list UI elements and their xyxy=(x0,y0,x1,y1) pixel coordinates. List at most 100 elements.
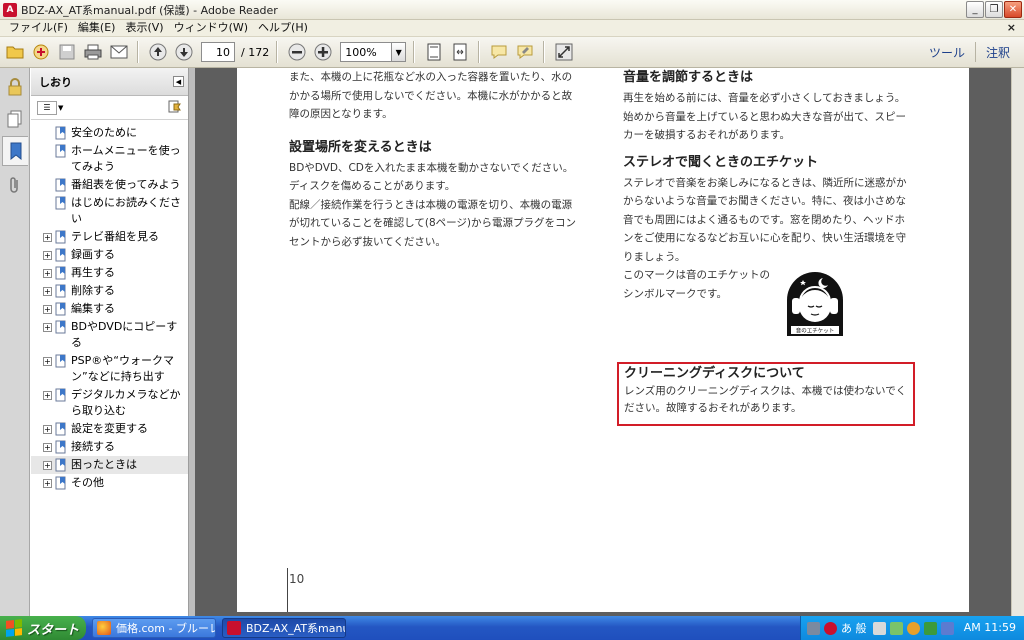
app-tray-icon[interactable] xyxy=(889,621,903,635)
volume-icon[interactable] xyxy=(872,621,886,635)
save-button[interactable] xyxy=(56,41,78,63)
bookmark-item[interactable]: + 再生する xyxy=(31,264,188,282)
start-button[interactable]: スタート xyxy=(0,616,86,640)
pages-tab[interactable] xyxy=(2,104,28,134)
bookmark-icon xyxy=(55,126,66,140)
bookmark-icon xyxy=(55,266,66,280)
expand-toggle-icon[interactable]: + xyxy=(43,391,52,400)
bookmark-item[interactable]: + BDやDVDにコピーする xyxy=(31,318,188,352)
cleaning-disc-paragraph: レンズ用のクリーニングディスクは、本機では使わないでください。故障するおそれがあ… xyxy=(624,385,907,414)
bookmark-label: 録画する xyxy=(71,248,115,261)
expand-toggle-icon[interactable]: + xyxy=(43,425,52,434)
fit-page-button[interactable] xyxy=(423,41,445,63)
bookmark-icon xyxy=(55,178,66,192)
zoom-dropdown-button[interactable]: ▼ xyxy=(392,42,407,62)
taskbar-item-browser[interactable]: 価格.com - ブルーレイ... xyxy=(92,618,216,638)
expand-toggle-icon[interactable]: + xyxy=(43,269,52,278)
section-title-cleaning-disc: クリーニングディスクについて xyxy=(624,366,805,381)
zoom-in-icon xyxy=(314,43,332,61)
full-screen-button[interactable] xyxy=(553,41,575,63)
bookmark-item[interactable]: ホームメニューを使ってみよう xyxy=(31,142,188,176)
open-folder-button[interactable] xyxy=(4,41,26,63)
zoom-in-button[interactable] xyxy=(312,41,334,63)
bookmark-item[interactable]: はじめにお読みください xyxy=(31,194,188,228)
expand-toggle-icon[interactable]: + xyxy=(43,323,52,332)
bookmarks-panel: しおり ◀ ☰ ▼ 安全のために ホームメニューを使ってみよう 番組表を使ってみよう… xyxy=(31,68,189,616)
comment-pane-button[interactable]: 注釈 xyxy=(980,44,1016,61)
fit-page-icon xyxy=(427,43,441,61)
bookmark-item[interactable]: + PSP®や“ウォークマン”などに持ち出す xyxy=(31,352,188,386)
bookmark-item[interactable]: + 困ったときは xyxy=(31,456,188,474)
bookmark-item[interactable]: + 録画する xyxy=(31,246,188,264)
security-shield-icon[interactable] xyxy=(824,621,837,635)
chevron-down-icon[interactable]: ▼ xyxy=(58,104,63,112)
menu-file[interactable]: ファイル(F) xyxy=(4,20,73,36)
adobe-reader-icon xyxy=(227,621,241,635)
ime-indicator[interactable]: あ 般 xyxy=(841,620,867,636)
menu-edit[interactable]: 編集(E) xyxy=(73,20,121,36)
expand-toggle-icon[interactable]: + xyxy=(43,251,52,260)
bookmark-item[interactable]: + 削除する xyxy=(31,282,188,300)
highlight-button[interactable] xyxy=(514,41,536,63)
app-tray-icon[interactable] xyxy=(906,621,920,635)
toolbar-separator xyxy=(137,41,138,63)
next-page-button[interactable] xyxy=(173,41,195,63)
security-tab[interactable] xyxy=(2,72,28,102)
bookmarks-tab[interactable] xyxy=(2,136,28,166)
lock-icon xyxy=(8,78,22,96)
app-tray-icon[interactable] xyxy=(940,621,954,635)
bookmark-item[interactable]: + 接続する xyxy=(31,438,188,456)
expand-toggle-icon[interactable]: + xyxy=(43,357,52,366)
system-tray: あ 般 AM 11:59 xyxy=(800,616,1024,640)
menu-view[interactable]: 表示(V) xyxy=(120,20,168,36)
page-number-input[interactable] xyxy=(201,42,235,62)
relocation-paragraph-2: 配線／接続作業を行うときは本機の電源を切り、本機の電源が切れていることを確認して… xyxy=(289,198,577,248)
options-menu-button[interactable]: ☰ xyxy=(37,100,57,115)
print-button[interactable] xyxy=(82,41,104,63)
fit-width-button[interactable] xyxy=(449,41,471,63)
zoom-level-input[interactable] xyxy=(340,42,393,62)
envelope-icon xyxy=(110,45,128,59)
expand-bookmark-button[interactable] xyxy=(168,100,182,117)
chevron-left-icon: ◀ xyxy=(175,77,182,86)
bookmarks-toolbar: ☰ ▼ xyxy=(31,96,188,120)
expand-toggle-icon[interactable]: + xyxy=(43,479,52,488)
menu-help[interactable]: ヘルプ(H) xyxy=(253,20,313,36)
restore-button[interactable]: ❐ xyxy=(985,1,1003,18)
vertical-scrollbar[interactable] xyxy=(1011,68,1024,616)
expand-toggle-icon[interactable]: + xyxy=(43,461,52,470)
sound-etiquette-mark-icon: 音のエチケット xyxy=(787,272,843,336)
attachments-tab[interactable] xyxy=(2,170,28,200)
collapse-panel-button[interactable]: ◀ xyxy=(173,76,184,87)
tools-pane-button[interactable]: ツール xyxy=(923,44,971,61)
bookmark-item[interactable]: + 編集する xyxy=(31,300,188,318)
menu-window[interactable]: ウィンドウ(W) xyxy=(169,20,253,36)
email-button[interactable] xyxy=(108,41,130,63)
start-label: スタート xyxy=(27,622,80,638)
app-tray-icon[interactable] xyxy=(923,621,937,635)
taskbar-item-adobe-reader[interactable]: BDZ-AX_AT系manua... xyxy=(222,618,346,638)
close-document-button[interactable]: × xyxy=(1007,20,1016,36)
expand-toggle-icon[interactable]: + xyxy=(43,443,52,452)
expand-toggle-icon[interactable]: + xyxy=(43,233,52,242)
bookmark-item[interactable]: 番組表を使ってみよう xyxy=(31,176,188,194)
close-window-button[interactable]: ✕ xyxy=(1004,1,1022,18)
network-icon[interactable] xyxy=(807,621,820,635)
bookmark-item[interactable]: 安全のために xyxy=(31,124,188,142)
bookmarks-title: しおり xyxy=(39,75,72,89)
bookmark-icon xyxy=(55,196,66,210)
bookmark-item[interactable]: + デジタルカメラなどから取り込む xyxy=(31,386,188,420)
zoom-out-button[interactable] xyxy=(286,41,308,63)
previous-page-button[interactable] xyxy=(147,41,169,63)
expand-toggle-icon[interactable]: + xyxy=(43,287,52,296)
comment-note-button[interactable] xyxy=(488,41,510,63)
speech-bubble-icon xyxy=(491,45,507,59)
paperclip-icon xyxy=(10,177,18,193)
minimize-button[interactable]: _ xyxy=(966,1,984,18)
bookmark-item[interactable]: + テレビ番組を見る xyxy=(31,228,188,246)
fit-width-icon xyxy=(453,43,467,61)
create-pdf-button[interactable] xyxy=(30,41,52,63)
bookmark-item[interactable]: + 設定を変更する xyxy=(31,420,188,438)
expand-toggle-icon[interactable]: + xyxy=(43,305,52,314)
bookmark-item[interactable]: + その他 xyxy=(31,474,188,492)
